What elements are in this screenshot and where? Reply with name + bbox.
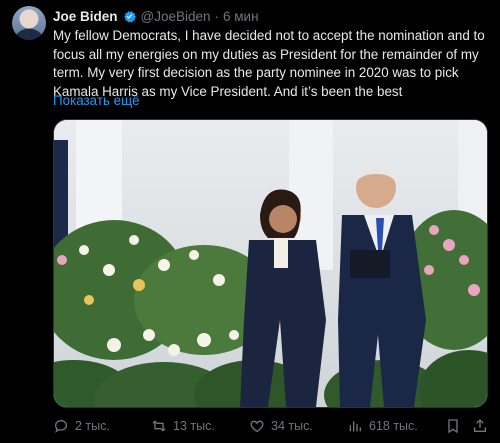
verified-badge-icon xyxy=(122,9,137,24)
views-count: 618 тыс. xyxy=(369,419,418,433)
like-button[interactable]: 34 тыс. xyxy=(249,416,313,436)
retweet-count: 13 тыс. xyxy=(173,419,215,433)
share-button[interactable] xyxy=(472,416,488,436)
tweet-header: Joe Biden @JoeBiden · 6 мин xyxy=(53,7,259,25)
like-icon xyxy=(250,420,264,433)
author-handle[interactable]: @JoeBiden xyxy=(141,9,211,24)
bookmark-icon xyxy=(448,419,458,434)
author-name[interactable]: Joe Biden xyxy=(53,9,118,24)
photo-illustration xyxy=(54,120,487,407)
tweet-photo[interactable] xyxy=(53,119,488,408)
reply-count: 2 тыс. xyxy=(75,419,110,433)
views-icon xyxy=(349,421,361,432)
reply-icon xyxy=(54,419,68,433)
tweet-text: My fellow Democrats, I have decided not … xyxy=(53,28,485,99)
retweet-button[interactable]: 13 тыс. xyxy=(151,416,215,436)
tweet-actions: 2 тыс. 13 тыс. 34 тыс. 618 тыс. xyxy=(53,416,486,436)
timestamp[interactable]: 6 мин xyxy=(223,9,259,24)
views-button[interactable]: 618 тыс. xyxy=(347,416,418,436)
bookmark-button[interactable] xyxy=(445,416,461,436)
separator-dot: · xyxy=(214,8,220,24)
reply-button[interactable]: 2 тыс. xyxy=(53,416,110,436)
retweet-icon xyxy=(152,420,166,432)
show-more-link[interactable]: Показать ещё xyxy=(53,93,140,108)
avatar[interactable] xyxy=(12,6,46,40)
like-count: 34 тыс. xyxy=(271,419,313,433)
share-icon xyxy=(474,419,486,432)
